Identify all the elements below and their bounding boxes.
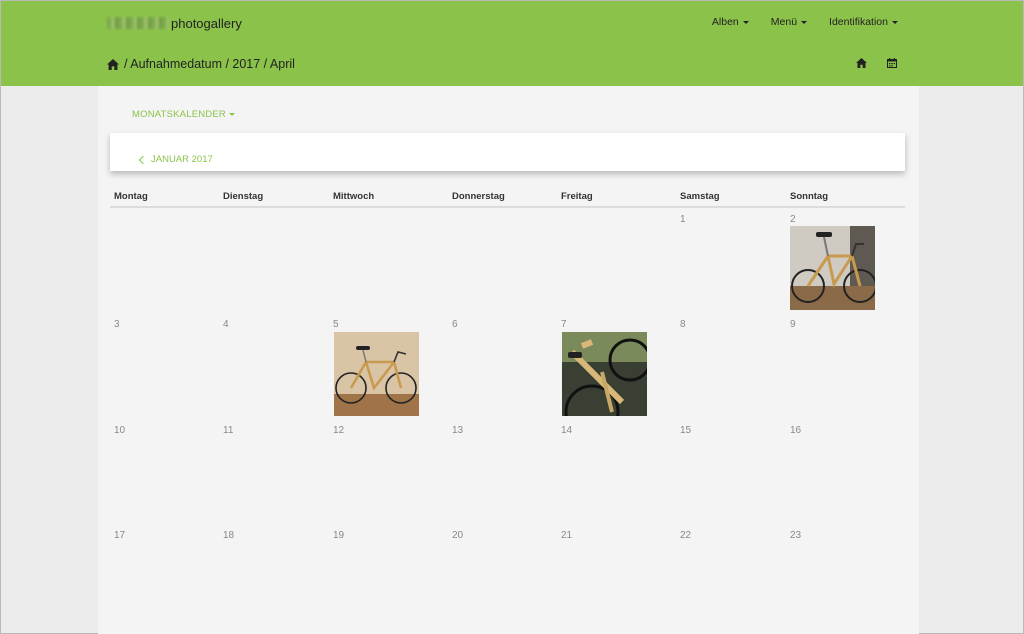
nav-identifikation-label: Identifikation [829, 16, 888, 28]
bicycle-photo-image [562, 332, 647, 416]
calendar-content: MONATSKALENDER JANUAR 2017 Montag Dienst… [98, 86, 919, 634]
day-number[interactable]: 11 [223, 425, 233, 436]
day-number[interactable]: 13 [452, 425, 463, 436]
monatskalender-label: MONATSKALENDER [132, 109, 226, 120]
view-icons [856, 58, 897, 68]
breadcrumb: / Aufnahmedatum / 2017 / April [107, 57, 295, 71]
day-number[interactable]: 7 [561, 319, 567, 330]
bicycle-photo-image [790, 226, 875, 310]
weekday-header: Montag Dienstag Mittwoch Donnerstag Frei… [110, 186, 905, 208]
caret-down-icon [742, 20, 749, 24]
day-number[interactable]: 14 [561, 425, 572, 436]
day-number[interactable]: 8 [680, 319, 686, 330]
home-icon[interactable] [856, 58, 867, 68]
monatskalender-dropdown[interactable]: MONATSKALENDER [132, 109, 235, 120]
day-number[interactable]: 5 [333, 319, 339, 330]
day-number[interactable]: 15 [680, 425, 691, 436]
day-number[interactable]: 17 [114, 530, 125, 541]
breadcrumb-path[interactable]: / Aufnahmedatum / 2017 / April [124, 57, 295, 71]
day-number[interactable]: 19 [333, 530, 344, 541]
day-number[interactable]: 9 [790, 319, 796, 330]
day-number[interactable]: 10 [114, 425, 125, 436]
calendar-icon[interactable] [887, 58, 897, 68]
day-number[interactable]: 2 [790, 214, 796, 225]
prev-month-label: JANUAR 2017 [151, 154, 213, 165]
nav-alben-label: Alben [711, 16, 739, 28]
nav-menu-dropdown[interactable]: Menü [770, 16, 808, 28]
day-number[interactable]: 4 [223, 319, 229, 330]
caret-down-icon [228, 113, 235, 116]
day-number[interactable]: 21 [561, 530, 572, 541]
day-number[interactable]: 20 [452, 530, 463, 541]
main-nav: Alben Menü Identifikation [712, 16, 898, 28]
photo-thumbnail-day-2[interactable] [790, 226, 875, 310]
blurred-brand-prefix [107, 17, 169, 29]
weekday-tuesday: Dienstag [223, 191, 264, 202]
top-navbar: photogallery Alben Menü Identifikation /… [1, 1, 1023, 86]
day-number[interactable]: 1 [680, 214, 686, 225]
day-number[interactable]: 18 [223, 530, 234, 541]
day-number[interactable]: 16 [790, 425, 801, 436]
weekday-saturday: Samstag [680, 191, 720, 202]
nav-alben-dropdown[interactable]: Alben [712, 16, 749, 28]
day-number[interactable]: 12 [333, 425, 344, 436]
weekday-friday: Freitag [561, 191, 593, 202]
caret-down-icon [892, 20, 898, 24]
brand-name: photogallery [171, 15, 242, 31]
caret-down-icon [801, 20, 808, 24]
home-icon[interactable] [107, 58, 119, 70]
weekday-thursday: Donnerstag [452, 191, 505, 202]
day-number[interactable]: 23 [790, 530, 801, 541]
nav-menu-label: Menü [770, 16, 798, 28]
bicycle-photo-image [334, 332, 419, 416]
day-number[interactable]: 3 [114, 319, 120, 330]
chevron-left-icon [138, 155, 148, 164]
day-number[interactable]: 22 [680, 530, 691, 541]
weekday-monday: Montag [114, 191, 148, 202]
weekday-wednesday: Mittwoch [333, 191, 375, 202]
nav-identifikation-dropdown[interactable]: Identifikation [829, 16, 898, 28]
month-nav-card: JANUAR 2017 [110, 133, 905, 171]
prev-month-link[interactable]: JANUAR 2017 [138, 154, 213, 165]
day-number[interactable]: 6 [452, 319, 458, 330]
brand-logo[interactable]: photogallery [107, 15, 242, 31]
photo-thumbnail-day-5[interactable] [334, 332, 419, 416]
photo-thumbnail-day-7[interactable] [562, 332, 647, 416]
weekday-sunday: Sonntag [790, 191, 828, 202]
